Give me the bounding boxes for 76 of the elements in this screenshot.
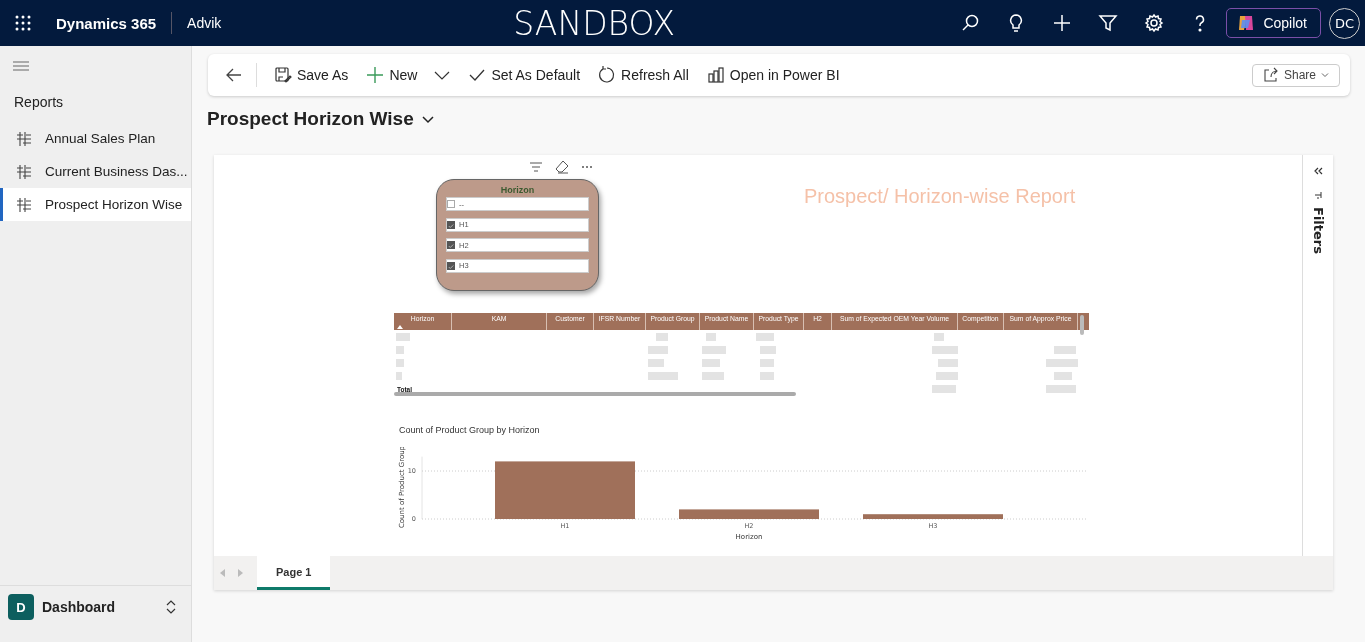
filter-icon <box>1314 191 1322 199</box>
blurred-value <box>934 332 944 341</box>
toolbar-button[interactable]: New <box>357 66 460 84</box>
blurred-value <box>702 371 724 380</box>
blurred-value <box>706 332 716 341</box>
scrollbar[interactable] <box>394 392 796 396</box>
toolbar-button[interactable]: Open in Power BI <box>697 66 849 84</box>
share-button[interactable]: Share <box>1251 63 1340 87</box>
filter-icon[interactable] <box>1098 13 1119 33</box>
settings-icon[interactable] <box>1144 13 1165 33</box>
report-selector[interactable]: Prospect Horizon Wise <box>201 107 441 131</box>
blurred-value <box>648 358 664 367</box>
share-icon <box>1262 67 1279 83</box>
checkbox[interactable] <box>447 261 455 270</box>
area-initial: D <box>8 594 34 620</box>
app-name[interactable]: Dynamics 365 <box>56 14 157 32</box>
nav-label: Current Business Das... <box>45 164 188 179</box>
blurred-value <box>756 332 774 341</box>
nav-label: Annual Sales Plan <box>45 131 156 146</box>
slicer-title: Horizon <box>499 185 536 195</box>
blurred-value <box>1046 385 1076 393</box>
area-switcher[interactable]: D Dashboard <box>0 585 191 642</box>
area-label: Dashboard <box>42 599 117 615</box>
checkbox[interactable] <box>447 200 455 208</box>
blurred-value <box>396 332 410 341</box>
app-launcher-icon[interactable] <box>15 15 31 31</box>
copilot-logo <box>1237 14 1256 32</box>
nav-item[interactable]: Prospect Horizon Wise <box>0 188 191 221</box>
page-tab[interactable]: Page 1 <box>257 556 331 590</box>
blurred-value <box>936 371 958 380</box>
blurred-value <box>932 385 956 393</box>
chevron-down-icon <box>1321 71 1329 79</box>
toolbar-button[interactable]: Save As <box>265 66 358 84</box>
blurred-value <box>1046 358 1078 367</box>
report-title: Prospect/ Horizon-wise Report <box>804 185 1076 208</box>
blurred-value <box>1054 345 1076 354</box>
scrollbar[interactable] <box>1080 315 1084 335</box>
blurred-value <box>648 371 678 380</box>
blurred-value <box>702 358 720 367</box>
expand-collapse-icon <box>165 599 177 615</box>
sort-ascending-icon <box>397 325 403 329</box>
toolbar-button[interactable]: Set As Default <box>459 66 590 84</box>
search-icon[interactable] <box>960 13 981 33</box>
org-name: Advik <box>187 15 222 31</box>
toolbar-button[interactable]: Refresh All <box>589 66 698 84</box>
plus-icon[interactable] <box>1052 13 1073 33</box>
blurred-value <box>1054 371 1072 380</box>
blurred-value <box>656 332 668 341</box>
copilot-button[interactable]: Copilot <box>1226 8 1321 38</box>
refresh-icon <box>598 66 617 84</box>
checkbox[interactable] <box>447 241 455 249</box>
nav-label: Prospect Horizon Wise <box>45 197 183 212</box>
chart-title: Count of Product Group by Horizon <box>399 425 541 437</box>
report-icon <box>16 163 32 180</box>
nav-item[interactable]: Current Business Das... <box>0 155 191 188</box>
nav-item[interactable]: Annual Sales Plan <box>0 122 191 155</box>
report-icon <box>16 130 32 147</box>
eraser-icon[interactable] <box>555 160 569 174</box>
plus-icon <box>366 66 385 84</box>
environment-label: SANDBOX <box>513 3 676 43</box>
blurred-value <box>760 345 776 354</box>
save-icon <box>274 66 292 84</box>
checkbox[interactable] <box>447 220 455 229</box>
blurred-value <box>938 358 958 367</box>
filters-label[interactable]: Filters <box>1310 207 1326 254</box>
blurred-value <box>702 345 726 354</box>
back-icon[interactable] <box>225 66 243 84</box>
blurred-value <box>760 358 774 367</box>
more-options-icon[interactable] <box>581 165 593 169</box>
bar-chart-icon <box>706 66 725 84</box>
section-heading: Reports <box>14 94 65 110</box>
collapse-icon[interactable] <box>1313 167 1323 175</box>
blurred-value <box>760 371 774 380</box>
blurred-value <box>648 345 668 354</box>
blurred-value <box>932 345 958 354</box>
report-icon <box>16 196 32 213</box>
